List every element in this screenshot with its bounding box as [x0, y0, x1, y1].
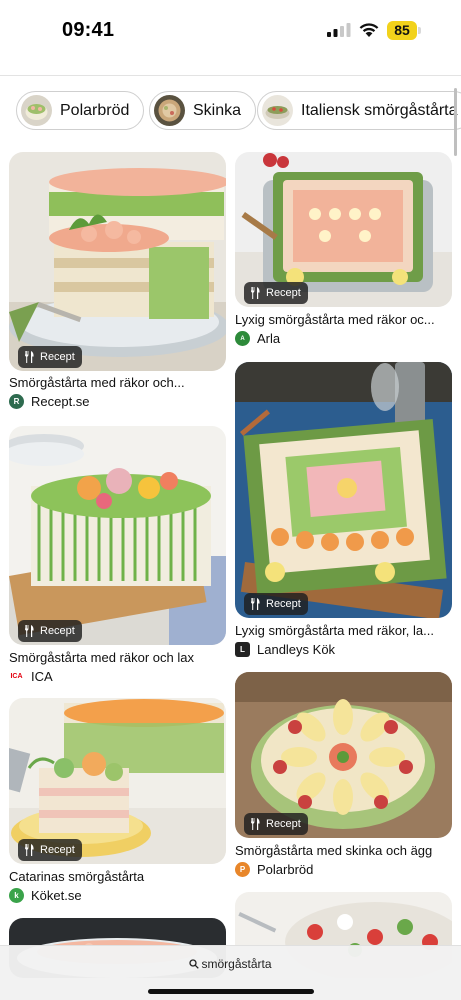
badge-label: Recept	[266, 598, 301, 610]
chip-thumbnail	[154, 95, 185, 126]
battery-tip	[418, 27, 421, 34]
pin-title: Lyxig smörgåstårta med räkor oc...	[235, 312, 435, 327]
pin-card[interactable]: Recept Smörgåstårta med räkor och... R R…	[9, 152, 226, 414]
badge-label: Recept	[266, 287, 301, 299]
recept-logo-icon: R	[9, 394, 24, 409]
pin-source[interactable]: k Köket.se	[9, 888, 82, 903]
battery-icon: 85	[387, 21, 417, 40]
search-icon	[189, 959, 200, 969]
pin-card[interactable]: Recept Lyxig smörgåstårta med räkor oc..…	[235, 152, 452, 352]
bottom-search-bar[interactable]: smörgåstårta	[0, 945, 461, 1000]
badge-label: Recept	[40, 844, 75, 856]
source-label: Arla	[257, 331, 281, 346]
chip-label: Polarbröd	[60, 101, 130, 119]
chip-polarbrod[interactable]: Polarbröd	[16, 91, 145, 130]
pin-source[interactable]: ICA ICA	[9, 669, 53, 684]
chip-skinka[interactable]: Skinka	[149, 91, 257, 130]
search-field[interactable]: smörgåstårta	[0, 957, 461, 971]
pin-title: Smörgåstårta med räkor och...	[9, 375, 185, 390]
chip-thumbnail	[21, 95, 52, 126]
search-query: smörgåstårta	[201, 957, 272, 971]
recipe-badge: Recept	[18, 346, 82, 368]
pin-source[interactable]: P Polarbröd	[235, 862, 313, 877]
chip-thumbnail	[262, 95, 293, 126]
recipe-badge: Recept	[18, 839, 82, 861]
divider	[0, 75, 461, 76]
related-search-chips: Polarbröd Skinka Italiensk smörgåstårta	[0, 91, 461, 131]
pin-source[interactable]: L Landleys Kök	[235, 642, 335, 657]
source-label: Recept.se	[31, 394, 90, 409]
home-indicator	[148, 989, 314, 994]
status-bar: 09:41 85	[0, 0, 461, 62]
fork-knife-icon	[25, 844, 34, 856]
pin-source[interactable]: R Recept.se	[9, 394, 90, 409]
recipe-badge: Recept	[18, 620, 82, 642]
source-label: ICA	[31, 669, 53, 684]
landleys-logo-icon: L	[235, 642, 250, 657]
pin-card[interactable]: Recept Catarinas smörgåstårta k Köket.se	[9, 698, 226, 908]
ica-logo-icon: ICA	[9, 669, 24, 684]
pin-title: Smörgåstårta med räkor och lax	[9, 650, 194, 665]
fork-knife-icon	[25, 351, 34, 363]
wifi-icon	[359, 23, 379, 37]
recipe-badge: Recept	[244, 282, 308, 304]
chip-label: Italiensk smörgåstårta	[301, 101, 458, 119]
source-label: Landleys Kök	[257, 642, 336, 657]
fork-knife-icon	[251, 287, 260, 299]
pin-title: Catarinas smörgåstårta	[9, 869, 145, 884]
badge-label: Recept	[40, 351, 75, 363]
pin-image[interactable]	[235, 362, 452, 618]
pin-title: Lyxig smörgåstårta med räkor, la...	[235, 623, 434, 638]
pin-source[interactable]: A Arla	[235, 331, 280, 346]
status-time: 09:41	[62, 19, 115, 41]
badge-label: Recept	[266, 818, 301, 830]
pin-card[interactable]: Recept Smörgåstårta med skinka och ägg P…	[235, 672, 452, 882]
recipe-badge: Recept	[244, 813, 308, 835]
pin-image[interactable]	[9, 426, 226, 645]
pin-title: Smörgåstårta med skinka och ägg	[235, 843, 433, 858]
fork-knife-icon	[251, 818, 260, 830]
signal-icon	[327, 23, 351, 37]
fork-knife-icon	[251, 598, 260, 610]
source-label: Köket.se	[31, 888, 82, 903]
koket-logo-icon: k	[9, 888, 24, 903]
polarbrod-logo-icon: P	[235, 862, 250, 877]
source-label: Polarbröd	[257, 862, 314, 877]
pin-card[interactable]: Recept Lyxig smörgåstårta med räkor, la.…	[235, 362, 452, 662]
fork-knife-icon	[25, 625, 34, 637]
pin-image[interactable]	[9, 152, 226, 371]
badge-label: Recept	[40, 625, 75, 637]
recipe-badge: Recept	[244, 593, 308, 615]
arla-logo-icon: A	[235, 331, 250, 346]
chip-label: Skinka	[193, 101, 242, 119]
pin-card[interactable]: Recept Smörgåstårta med räkor och lax IC…	[9, 426, 226, 688]
scrollbar[interactable]	[454, 88, 457, 156]
chip-italiensk-smorgastarta[interactable]: Italiensk smörgåstårta	[257, 91, 461, 130]
